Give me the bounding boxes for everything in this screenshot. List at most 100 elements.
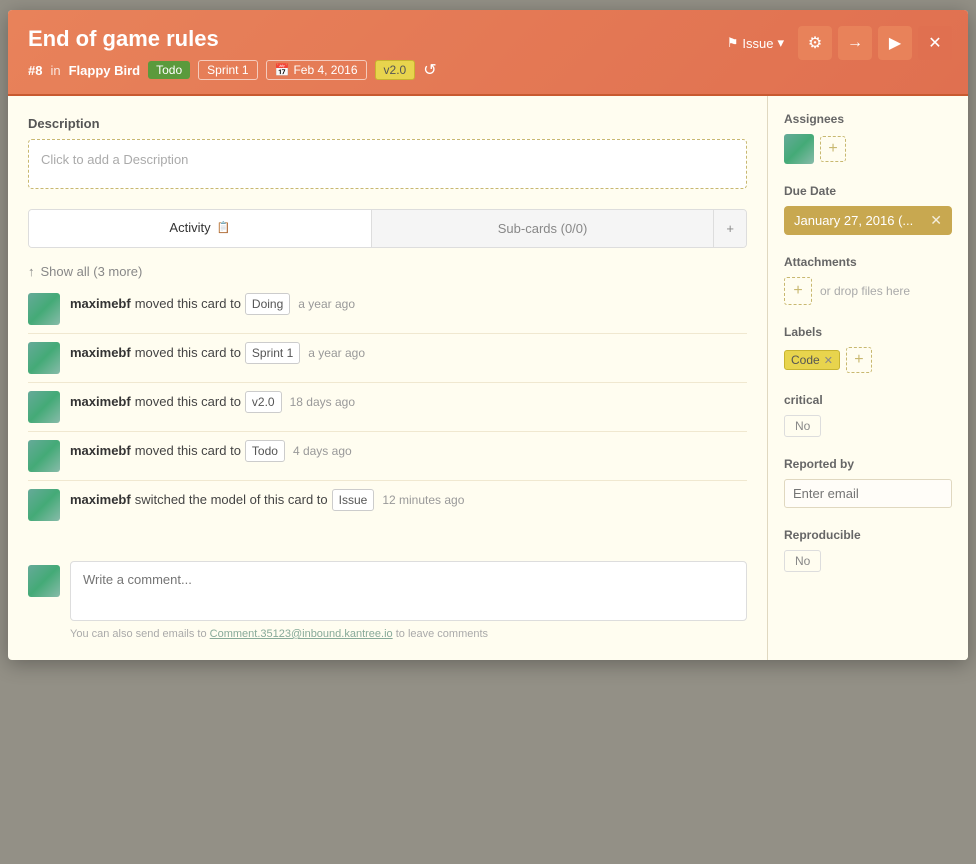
activity-action: moved this card to [135,343,241,363]
due-date-btn[interactable]: January 27, 2016 (... ✕ [784,206,952,235]
activity-time: 12 minutes ago [382,491,464,509]
subcards-tab-label: Sub-cards (0/0) [498,221,588,236]
issue-btn-label: Issue [742,36,773,51]
comment-avatar [28,565,60,597]
add-assignee-btn[interactable]: + [820,136,846,162]
activity-tab-icon: 📋 [217,221,231,234]
header-actions: ⚑ Issue ▾ ⚙ → ▶ ✕ [719,26,952,60]
sprint-badge[interactable]: Sprint 1 [198,60,257,80]
show-all-label: Show all (3 more) [41,264,143,279]
remove-label-icon[interactable]: ✕ [824,354,833,367]
main-content: Description Click to add a Description A… [8,96,768,660]
avatar [28,342,60,374]
critical-section: critical No [784,393,952,437]
arrow-icon: → [847,34,863,52]
reproducible-no-btn[interactable]: No [784,550,821,572]
activity-user: maximebf [70,490,131,510]
modal-body: Description Click to add a Description A… [8,96,968,660]
calendar-icon [275,63,290,77]
activity-time: 18 days ago [290,393,355,411]
due-date-label: Due Date [784,184,952,198]
avatar [28,293,60,325]
description-section: Description Click to add a Description [28,116,747,189]
description-input[interactable]: Click to add a Description [28,139,747,189]
reported-section: Reported by [784,457,952,508]
attachments-row: + or drop files here [784,277,952,305]
activity-destination: Sprint 1 [245,342,300,364]
arrow-up-icon: ↑ [28,264,35,279]
date-badge[interactable]: Feb 4, 2016 [266,60,367,80]
labels-label: Labels [784,325,952,339]
critical-label: critical [784,393,952,407]
activity-action: moved this card to [135,392,241,412]
avatar [28,440,60,472]
code-label-text: Code [791,353,820,367]
tab-activity[interactable]: Activity 📋 [29,210,371,247]
assignee-avatar [784,134,814,164]
gear-icon: ⚙ [808,33,822,53]
activity-text: maximebf moved this card to Todo 4 days … [70,440,747,462]
critical-no-btn[interactable]: No [784,415,821,437]
navigate-btn[interactable]: → [838,26,872,60]
show-all-btn[interactable]: ↑ Show all (3 more) [28,258,142,285]
reproducible-section: Reproducible No [784,528,952,572]
labels-section: Labels Code ✕ + [784,325,952,373]
reported-email-input[interactable] [784,479,952,508]
sidebar: Assignees + Due Date January 27, 2016 (.… [768,96,968,660]
play-btn[interactable]: ▶ [878,26,912,60]
hint-suffix: to leave comments [396,628,488,640]
refresh-icon[interactable]: ↺ [423,60,436,80]
description-label: Description [28,116,747,131]
plus-icon: + [726,221,734,236]
activity-text: maximebf moved this card to Doing a year… [70,293,747,315]
labels-row: Code ✕ + [784,347,952,373]
version-badge[interactable]: v2.0 [375,60,416,80]
activity-action: moved this card to [135,294,241,314]
tabs-container: Activity 📋 Sub-cards (0/0) + [28,209,747,248]
hint-email-link[interactable]: Comment.35123@inbound.kantree.io [210,628,393,640]
date-value: Feb 4, 2016 [293,63,357,77]
activity-item: maximebf moved this card to Sprint 1 a y… [28,334,747,383]
assignees-row: + [784,134,952,164]
attachments-label: Attachments [784,255,952,269]
activity-item: maximebf moved this card to v2.0 18 days… [28,383,747,432]
todo-badge[interactable]: Todo [148,61,190,79]
close-btn[interactable]: ✕ [918,26,952,60]
due-date-value: January 27, 2016 (... [794,213,913,228]
activity-action: switched the model of this card to [135,490,328,510]
activity-destination: v2.0 [245,391,282,413]
activity-destination: Todo [245,440,285,462]
card-meta: #8 in Flappy Bird Todo Sprint 1 Feb 4, 2… [28,60,948,80]
comment-wrapper: You can also send emails to Comment.3512… [70,561,747,640]
play-icon: ▶ [889,33,901,53]
add-tab-btn[interactable]: + [713,210,746,247]
activity-user: maximebf [70,294,131,314]
meta-in: in [50,63,60,78]
attachments-section: Attachments + or drop files here [784,255,952,305]
comment-textarea[interactable] [70,561,747,621]
issue-dropdown-btn[interactable]: ⚑ Issue ▾ [719,31,792,55]
due-date-section: Due Date January 27, 2016 (... ✕ [784,184,952,235]
add-attachment-btn[interactable]: + [784,277,812,305]
reproducible-label: Reproducible [784,528,952,542]
assignees-label: Assignees [784,112,952,126]
project-link[interactable]: Flappy Bird [69,63,141,78]
activity-user: maximebf [70,343,131,363]
activity-text: maximebf switched the model of this card… [70,489,747,511]
activity-user: maximebf [70,392,131,412]
activity-text: maximebf moved this card to v2.0 18 days… [70,391,747,413]
add-label-btn[interactable]: + [846,347,872,373]
activity-item: maximebf switched the model of this card… [28,481,747,529]
comment-hint: You can also send emails to Comment.3512… [70,628,747,640]
activity-time: a year ago [298,295,355,313]
activity-destination: Doing [245,293,290,315]
due-date-clear-icon[interactable]: ✕ [930,212,942,229]
flag-icon: ⚑ [727,35,739,51]
reported-label: Reported by [784,457,952,471]
modal-header: End of game rules #8 in Flappy Bird Todo… [8,10,968,96]
gear-btn[interactable]: ⚙ [798,26,832,60]
activity-item: maximebf moved this card to Todo 4 days … [28,432,747,481]
tab-subcards[interactable]: Sub-cards (0/0) [372,210,714,247]
avatar [28,391,60,423]
activity-time: a year ago [308,344,365,362]
